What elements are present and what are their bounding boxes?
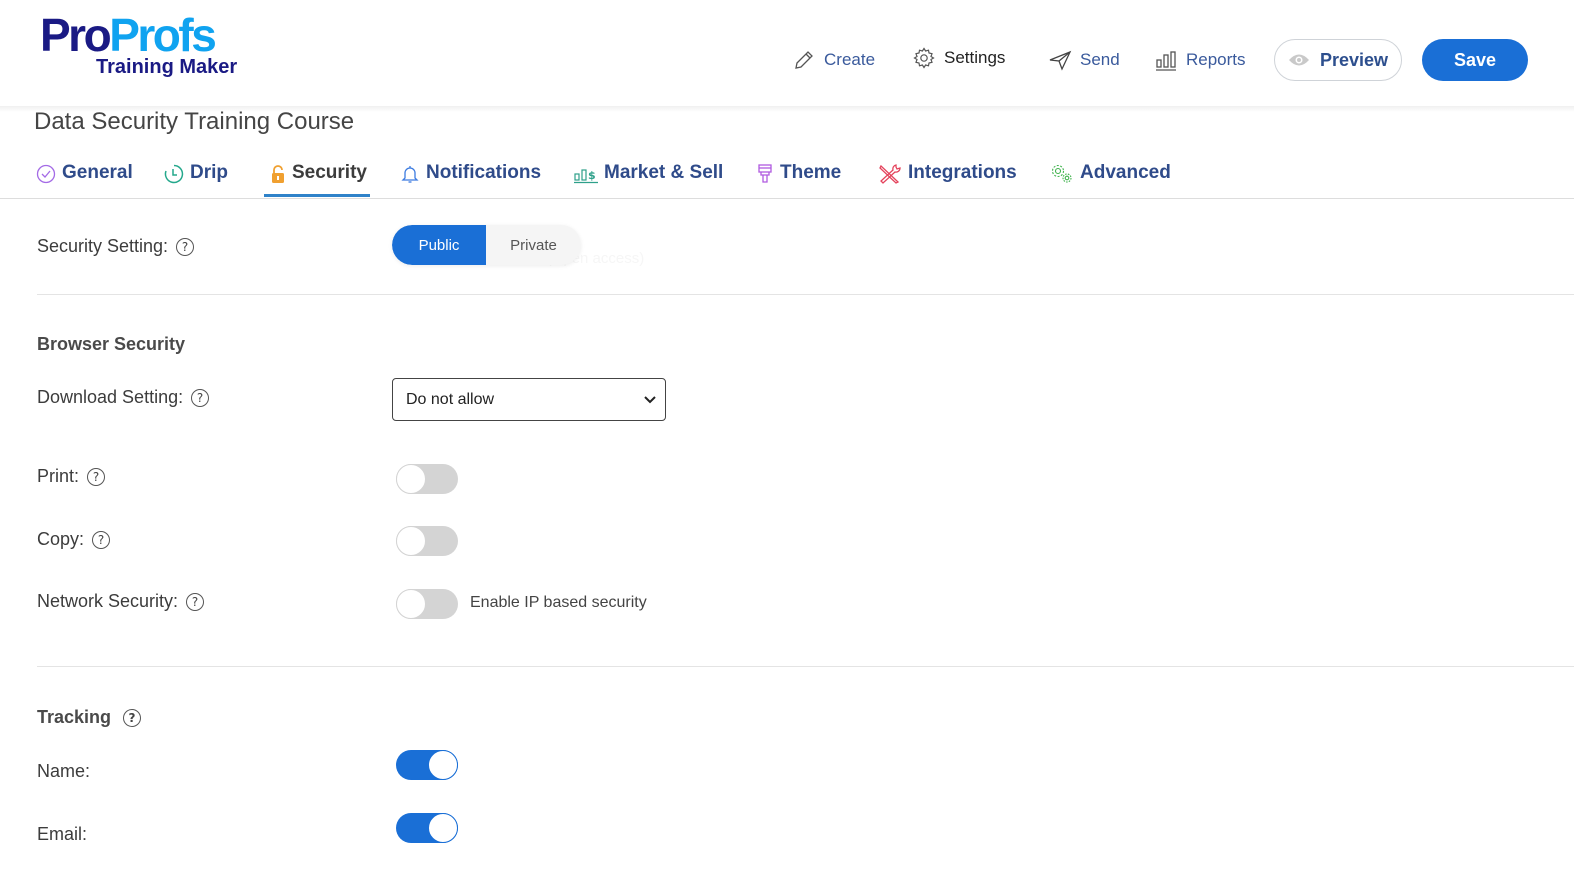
nav-reports[interactable]: Reports [1154,44,1246,76]
security-setting-toggle: Public Private [392,225,581,265]
bell-icon [401,166,419,183]
help-icon[interactable]: ? [191,388,210,407]
browser-security-title: Browser Security [37,334,186,354]
toggle-knob [396,526,426,556]
paintbrush-icon [758,164,772,183]
private-option[interactable]: Private [486,225,581,265]
tab-drip-label: Drip [190,162,228,183]
name-label: Name: [37,761,91,781]
print-text: Print: [37,466,80,486]
email-label: Email: [37,824,88,844]
tab-integrations-label: Integrations [908,162,1017,183]
tab-notifications[interactable]: Notifications [400,162,541,198]
tab-security-label: Security [292,162,367,183]
toggle-knob [396,589,426,619]
active-tab-indicator [264,194,370,197]
nav-create[interactable]: Create [792,44,875,76]
tab-notifications-label: Notifications [426,162,542,183]
tracking-title-text: Tracking [37,707,112,727]
header: ProProfs Training Maker Create Settings … [0,0,1574,108]
logo-subtitle: Training Maker [96,56,238,78]
network-security-toggle[interactable] [396,589,458,619]
email-tracking-toggle[interactable] [396,813,458,843]
nav-settings[interactable]: Settings [912,42,1005,74]
help-icon[interactable]: ? [176,237,195,256]
help-icon[interactable]: ? [186,592,205,611]
save-button[interactable]: Save [1422,39,1528,81]
logo-text-profs: Profs [109,9,217,61]
nav-create-label: Create [824,50,876,69]
tab-theme-label: Theme [780,162,842,183]
download-setting-label: Download Setting: ? [37,387,210,408]
nav-settings-label: Settings [944,48,1006,67]
paper-plane-icon [1049,50,1072,71]
check-circle-icon [36,164,56,184]
tab-drip[interactable]: Drip [164,162,228,198]
help-icon[interactable]: ? [123,708,142,727]
print-toggle[interactable] [396,464,458,494]
settings-tabs: General Drip Security Notifications $ Ma… [0,150,1574,199]
tab-theme[interactable]: Theme [756,162,841,198]
course-title: Data Security Training Course [34,108,355,135]
copy-toggle[interactable] [396,526,458,556]
nav-send[interactable]: Send [1048,44,1120,76]
tab-market-sell-label: Market & Sell [604,162,724,183]
name-tracking-toggle[interactable] [396,750,458,780]
section-divider [37,294,1574,295]
clock-icon [164,164,184,184]
nav-reports-label: Reports [1186,50,1246,69]
help-icon[interactable]: ? [87,467,106,486]
chevron-down-icon [644,396,656,404]
toggle-knob [428,750,458,780]
toggle-knob [396,464,426,494]
ip-security-text: Enable IP based security [470,594,647,611]
preview-label: Preview [1319,49,1389,70]
public-option[interactable]: Public [392,225,486,265]
print-label: Print: ? [37,466,106,487]
eye-icon [1288,54,1309,66]
tab-general[interactable]: General [36,162,133,198]
copy-label: Copy: ? [37,529,111,550]
gears-icon [1051,164,1072,183]
lock-icon [272,165,284,183]
section-divider [37,666,1574,667]
tracking-title: Tracking ? [37,707,142,728]
download-setting-value: Do not allow [406,390,495,408]
toggle-knob [428,813,458,843]
nav-send-label: Send [1080,50,1120,69]
svg-text:$: $ [588,169,596,182]
security-setting-label: Security Setting: ? [37,236,195,257]
network-security-label: Network Security: ? [37,591,205,612]
network-security-text: Network Security: [37,591,179,611]
security-setting-text: Security Setting: [37,236,169,256]
tab-general-label: General [62,162,133,183]
proprofs-logo[interactable]: ProProfs Training Maker [40,9,260,78]
download-setting-select[interactable]: Do not allow [392,378,666,421]
download-setting-text: Download Setting: [37,387,184,407]
help-icon[interactable]: ? [92,530,111,549]
market-icon: $ [574,169,598,184]
bar-chart-icon [1156,51,1176,71]
pencil-icon [795,51,813,69]
tab-market-sell[interactable]: $ Market & Sell [574,162,723,198]
copy-text: Copy: [37,529,85,549]
logo-text-pro: Pro [40,9,112,61]
tools-icon [879,164,901,184]
preview-button[interactable]: Preview [1274,39,1402,81]
tab-advanced[interactable]: Advanced [1050,162,1171,198]
tab-advanced-label: Advanced [1080,162,1171,183]
tab-security[interactable]: Security [270,162,367,198]
gear-icon [913,47,935,69]
tab-integrations[interactable]: Integrations [878,162,1017,198]
